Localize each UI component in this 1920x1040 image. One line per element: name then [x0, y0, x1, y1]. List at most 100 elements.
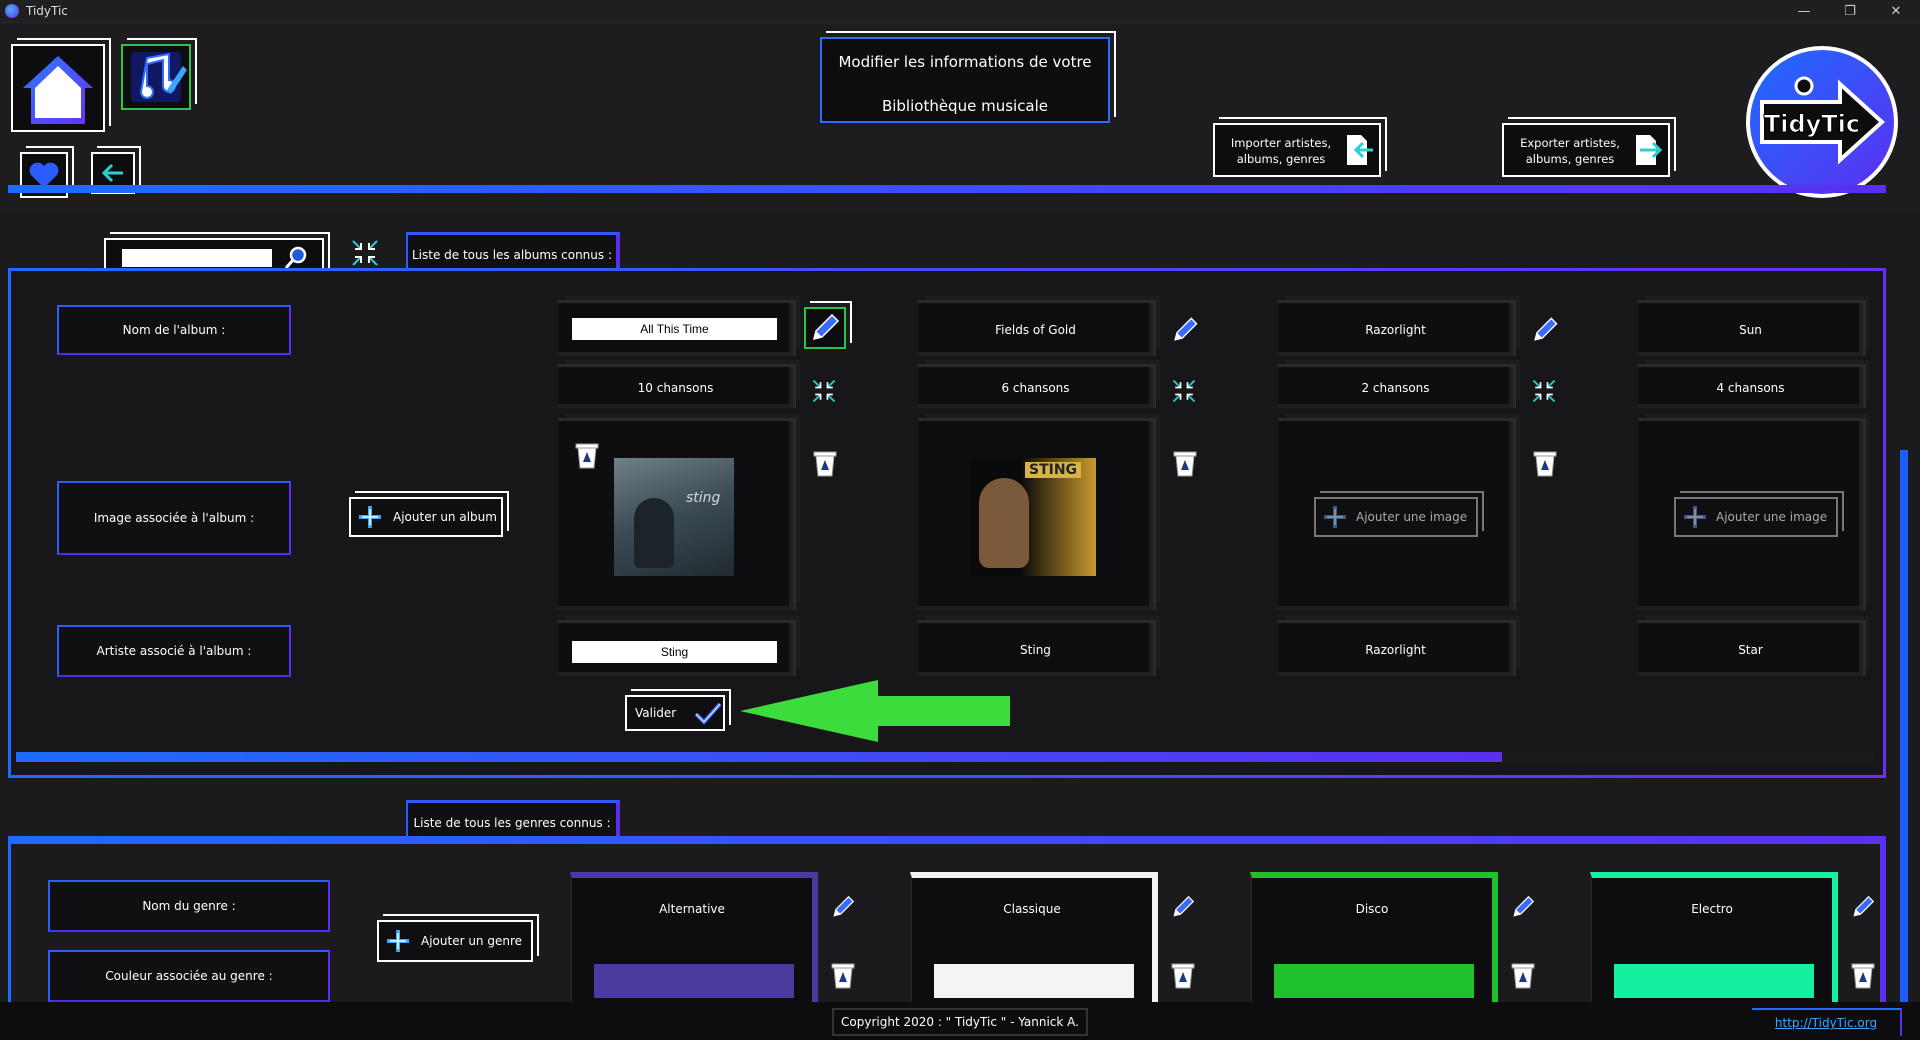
add-image-label: Ajouter une image — [1716, 510, 1828, 524]
album-artist-input[interactable] — [572, 641, 777, 663]
album-songs-count: 2 chansons — [1278, 364, 1516, 408]
pencil-icon[interactable] — [1528, 313, 1562, 347]
album-name-cell: Sun — [1638, 300, 1866, 356]
music-library-edit-button[interactable] — [121, 44, 191, 110]
import-label: Importer artistes, albums, genres — [1230, 136, 1332, 166]
minimize-button[interactable]: — — [1781, 0, 1827, 22]
trash-icon[interactable] — [830, 960, 856, 990]
album-cover-face — [979, 478, 1029, 568]
genre-card: Electro — [1590, 872, 1838, 1008]
add-album-label: Ajouter un album — [393, 510, 497, 524]
album-name-input[interactable] — [572, 318, 777, 340]
validate-button[interactable]: Valider — [625, 695, 725, 731]
import-file-icon — [1347, 135, 1373, 165]
genre-name-label: Nom du genre : — [48, 880, 330, 932]
export-button[interactable]: Exporter artistes, albums, genres — [1502, 123, 1670, 177]
plus-icon — [359, 506, 381, 528]
album-artist-label: Artiste associé à l'album : — [57, 625, 291, 677]
export-file-icon — [1636, 135, 1663, 165]
copyright-text: Copyright 2020 : " TidyTic " - Yannick A… — [832, 1008, 1088, 1036]
header-divider — [8, 185, 1886, 193]
expand-arrows-icon[interactable] — [810, 377, 838, 405]
genres-panel-edge — [1880, 844, 1886, 1004]
album-songs-count: 6 chansons — [918, 364, 1156, 408]
expand-arrows-icon[interactable] — [1530, 377, 1558, 405]
album-artist-cell: Sting — [918, 620, 1156, 676]
genre-card: Alternative — [570, 872, 818, 1008]
pencil-icon — [812, 313, 840, 341]
album-songs-count: 4 chansons — [1638, 364, 1866, 408]
export-label: Exporter artistes, albums, genres — [1520, 136, 1620, 166]
plus-icon — [1324, 506, 1346, 528]
add-genre-button[interactable]: Ajouter un genre — [377, 920, 533, 962]
trash-icon[interactable] — [812, 448, 838, 478]
page-title-line2: Bibliothèque musicale — [881, 97, 1049, 115]
restore-button[interactable]: ❐ — [1827, 0, 1873, 22]
add-genre-label: Ajouter un genre — [421, 934, 523, 948]
album-cover-figure — [634, 498, 674, 568]
page-title-box: Modifier les informations de votre Bibli… — [820, 37, 1110, 123]
search-input[interactable] — [122, 249, 272, 267]
expand-arrows-icon[interactable] — [1170, 377, 1198, 405]
album-artist-cell: Razorlight — [1278, 620, 1516, 676]
import-button[interactable]: Importer artistes, albums, genres — [1213, 123, 1381, 177]
genre-color-swatch[interactable] — [934, 964, 1134, 998]
genre-color-swatch[interactable] — [594, 964, 794, 998]
genres-divider — [8, 836, 1886, 844]
genre-card: Disco — [1250, 872, 1498, 1008]
trash-icon[interactable] — [1172, 448, 1198, 478]
add-image-button[interactable]: Ajouter une image — [1314, 497, 1478, 537]
window-title: TidyTic — [26, 4, 68, 18]
album-name-cell: Fields of Gold — [918, 300, 1156, 356]
trash-icon[interactable] — [1170, 960, 1196, 990]
albums-scrollbar-thumb[interactable] — [16, 752, 1503, 762]
album-artist-cell: Star — [1638, 620, 1866, 676]
website-link[interactable]: http://TidyTic.org — [1752, 1008, 1902, 1036]
album-songs-count: 10 chansons — [558, 364, 796, 408]
plus-icon — [387, 930, 409, 952]
home-icon — [23, 56, 93, 124]
genres-panel-edge — [8, 844, 11, 1004]
genre-name: Classique — [1003, 902, 1061, 916]
trash-icon[interactable] — [1850, 960, 1876, 990]
pencil-icon[interactable] — [1168, 892, 1198, 922]
checkmark-icon — [694, 702, 722, 725]
albums-scrollbar-track[interactable] — [16, 752, 1874, 762]
genre-color-label: Couleur associée au genre : — [48, 950, 330, 1002]
green-arrow-annotation — [740, 680, 1010, 742]
genre-name: Electro — [1691, 902, 1733, 916]
genre-name: Disco — [1355, 902, 1389, 916]
pencil-icon[interactable] — [1508, 892, 1538, 922]
add-image-button[interactable]: Ajouter une image — [1674, 497, 1838, 537]
close-button[interactable]: ✕ — [1873, 0, 1919, 22]
tidytic-logo: TidyTic — [1742, 42, 1902, 202]
album-cover-text: STING — [1025, 462, 1082, 478]
window-titlebar — [0, 0, 1920, 23]
plus-icon — [1684, 506, 1706, 528]
album-name-label: Nom de l'album : — [57, 305, 291, 355]
home-button[interactable] — [11, 44, 105, 132]
pencil-icon[interactable] — [1168, 313, 1202, 347]
add-image-label: Ajouter une image — [1356, 510, 1468, 524]
album-cover-image: sting — [614, 458, 734, 576]
app-icon — [5, 4, 19, 18]
album-cover-text: sting — [686, 490, 721, 506]
trash-icon[interactable] — [574, 440, 600, 470]
genre-color-swatch[interactable] — [1614, 964, 1814, 998]
album-edit-button-active[interactable] — [804, 307, 846, 349]
genre-color-swatch[interactable] — [1274, 964, 1474, 998]
page-title-line1: Modifier les informations de votre — [838, 53, 1092, 71]
music-note-edit-icon — [131, 52, 187, 102]
pencil-icon[interactable] — [1848, 892, 1878, 922]
page-scrollbar[interactable] — [1900, 450, 1908, 1010]
trash-icon[interactable] — [1532, 448, 1558, 478]
add-album-button[interactable]: Ajouter un album — [349, 497, 503, 537]
album-name-cell: Razorlight — [1278, 300, 1516, 356]
validate-label: Valider — [635, 706, 677, 720]
collapse-arrows-icon[interactable] — [349, 237, 381, 269]
genre-name: Alternative — [659, 902, 725, 916]
pencil-icon[interactable] — [828, 892, 858, 922]
logo-text: TidyTic — [1763, 110, 1861, 139]
trash-icon[interactable] — [1510, 960, 1536, 990]
album-cover-image: STING — [971, 458, 1096, 576]
